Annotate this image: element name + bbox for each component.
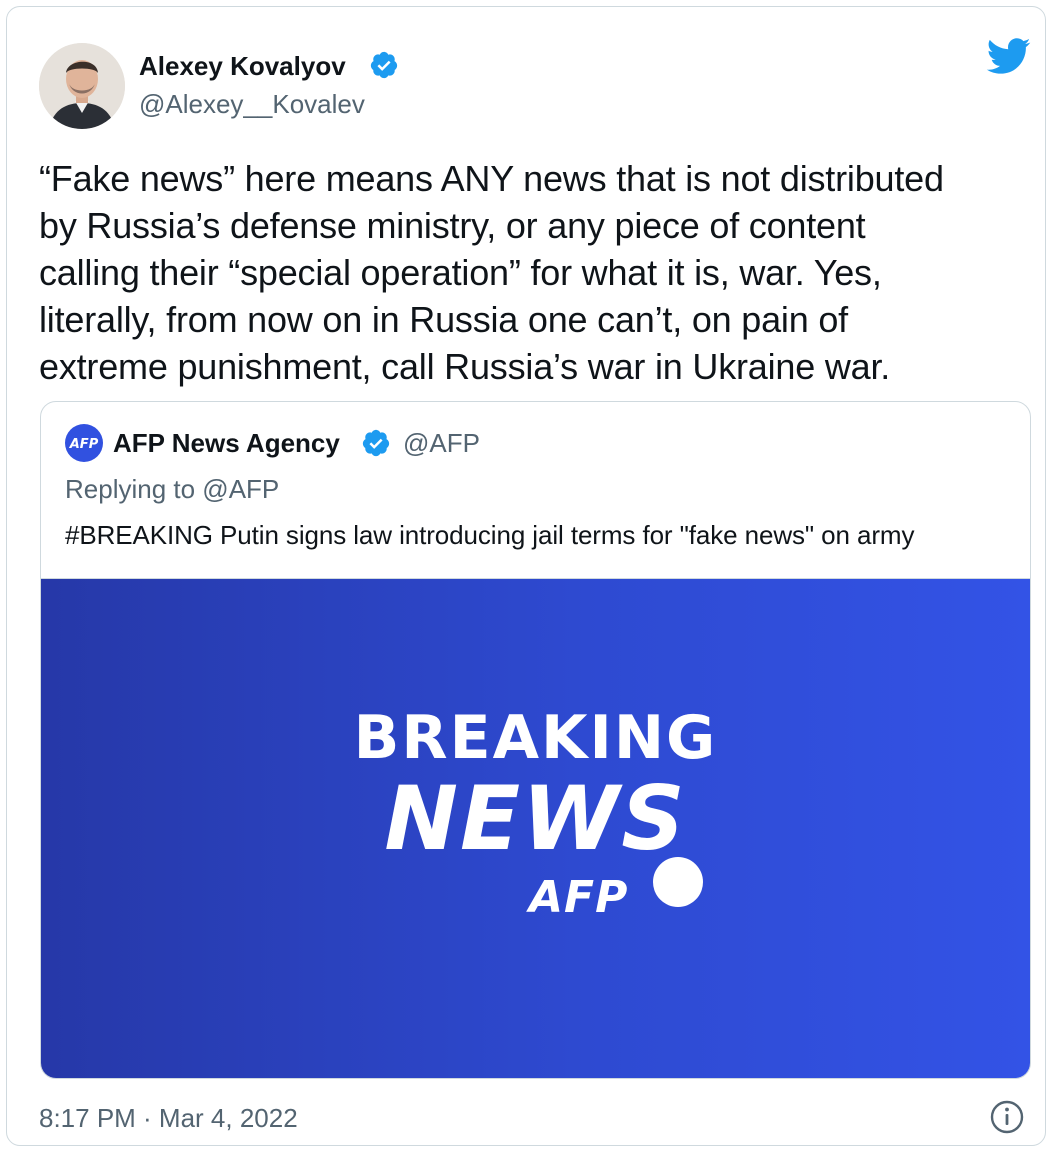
news-label: NEWS: [384, 767, 687, 870]
quoted-author-handle[interactable]: @AFP: [403, 426, 480, 460]
quoted-tweet[interactable]: AFP AFP News Agency @AFP Replying to @AF…: [40, 401, 1031, 1079]
tweet-text: “Fake news” here means ANY news that is …: [39, 158, 944, 387]
twitter-bird-icon[interactable]: [985, 33, 1031, 79]
afp-avatar[interactable]: AFP: [65, 424, 103, 462]
tweet-timestamp[interactable]: 8:17 PM · Mar 4, 2022: [39, 1101, 298, 1135]
verified-badge-icon: [370, 51, 398, 79]
author-handle[interactable]: @Alexey__Kovalev: [139, 87, 365, 121]
author-name[interactable]: Alexey Kovalyov: [139, 49, 346, 83]
verified-badge-icon: [362, 429, 390, 457]
breaking-label: BREAKING: [353, 703, 718, 773]
quoted-tweet-text: #BREAKING Putin signs law introducing ja…: [65, 520, 915, 550]
breaking-news-image[interactable]: BREAKING NEWS AFP: [41, 578, 1030, 1078]
afp-logo-dot: [653, 857, 703, 907]
author-avatar[interactable]: [39, 43, 125, 129]
info-icon[interactable]: [989, 1099, 1025, 1135]
afp-brand-label: AFP: [529, 872, 629, 923]
replying-to[interactable]: Replying to @AFP: [65, 472, 279, 506]
author-photo: [39, 43, 125, 129]
tweet-card[interactable]: Alexey Kovalyov @Alexey__Kovalev “Fake n…: [6, 6, 1046, 1146]
afp-avatar-text: AFP: [69, 437, 99, 452]
quoted-author-name[interactable]: AFP News Agency: [113, 426, 340, 460]
